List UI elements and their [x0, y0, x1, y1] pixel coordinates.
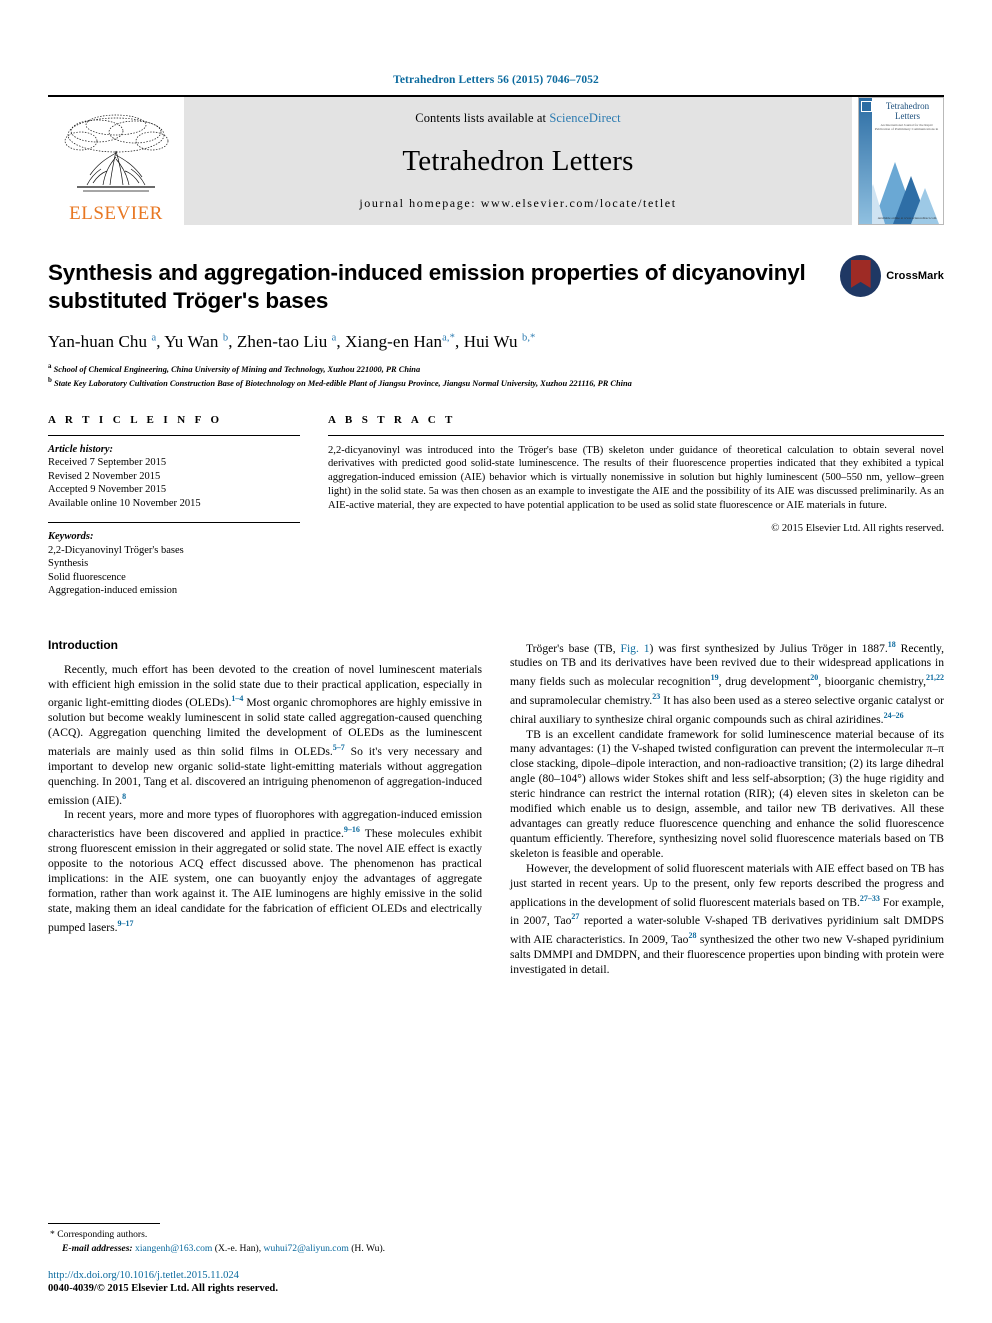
abstract-heading: A B S T R A C T: [328, 413, 456, 426]
email-owner-2: (H. Wu).: [351, 1243, 386, 1254]
paragraph: TB is an excellent candidate framework f…: [510, 727, 944, 860]
journal-masthead: ELSEVIER Contents lists available at Sci…: [48, 95, 944, 225]
keywords-rule: [48, 522, 300, 524]
contents-prefix: Contents lists available at: [415, 111, 547, 125]
email-link-1[interactable]: xiangenh@163.com: [135, 1243, 212, 1254]
crossmark-badge-group[interactable]: CrossMark: [840, 255, 944, 297]
info-abstract-region: A R T I C L E I N F O Article history: R…: [48, 414, 944, 598]
paragraph: Recently, much effort has been devoted t…: [48, 662, 482, 807]
article-history-label: Article history:: [48, 443, 114, 455]
keyword-item: Aggregation-induced emission: [48, 585, 178, 597]
paragraph: Tröger's base (TB, Fig. 1) was first syn…: [510, 639, 944, 726]
section-heading-introduction: Introduction: [48, 637, 118, 652]
history-item: Revised 2 November 2015: [48, 470, 161, 482]
email-link-2[interactable]: wuhui72@aliyun.com: [264, 1243, 349, 1254]
elsevier-wordmark: ELSEVIER: [69, 203, 163, 224]
journal-name: Tetrahedron Letters: [402, 144, 634, 177]
history-item: Available online 10 November 2015: [48, 497, 201, 509]
author-list: Yan-huan Chu a, Yu Wan b, Zhen-tao Liu a…: [48, 332, 536, 351]
cover-title: Tetrahedron Letters: [885, 101, 930, 121]
keyword-item: Solid fluorescence: [48, 571, 126, 583]
history-item: Received 7 September 2015: [48, 457, 167, 469]
cover-bottom-text: Available online at www.sciencedirect.co…: [877, 216, 937, 220]
cover-spine: [859, 98, 872, 224]
page-footer: * Corresponding authors. E-mail addresse…: [48, 1223, 492, 1295]
affiliation-a: a School of Chemical Engineering, China …: [48, 362, 421, 374]
body-columns: Introduction Recently, much effort has b…: [48, 638, 944, 1138]
abstract-text: 2,2-dicyanovinyl was introduced into the…: [328, 444, 944, 511]
email-label: E-mail addresses:: [62, 1243, 133, 1254]
sciencedirect-link[interactable]: ScienceDirect: [549, 111, 620, 125]
contents-available-line: Contents lists available at ScienceDirec…: [415, 111, 620, 126]
cover-logo-icon: [861, 101, 872, 112]
article-info-rule: [48, 434, 300, 436]
abstract-rule: [328, 434, 944, 436]
affiliations: a School of Chemical Engineering, China …: [48, 361, 944, 390]
body-column-right: Tröger's base (TB, Fig. 1) was first syn…: [510, 638, 944, 1138]
elsevier-tree-icon: [64, 114, 169, 192]
crossmark-flag-icon: [850, 260, 871, 288]
abstract-copyright: © 2015 Elsevier Ltd. All rights reserved…: [771, 522, 944, 534]
article-info-column: A R T I C L E I N F O Article history: R…: [48, 414, 300, 598]
affiliation-a-text: School of Chemical Engineering, China Un…: [53, 364, 421, 374]
email-owner-1: (X.-e. Han),: [214, 1243, 262, 1254]
journal-homepage[interactable]: journal homepage: www.elsevier.com/locat…: [359, 196, 676, 211]
history-item: Accepted 9 November 2015: [48, 484, 167, 496]
affiliation-b: b State Key Laboratory Cultivation Const…: [48, 376, 632, 389]
keyword-item: 2,2-Dicyanovinyl Tröger's bases: [48, 544, 184, 556]
email-addresses-note: E-mail addresses: xiangenh@163.com (X.-e…: [48, 1242, 492, 1255]
paragraph: However, the development of solid fluore…: [510, 861, 945, 976]
abstract-column: A B S T R A C T 2,2-dicyanovinyl was int…: [328, 414, 944, 598]
footnote-rule: [48, 1223, 160, 1224]
keywords-label: Keywords:: [48, 531, 94, 543]
journal-article-page: Tetrahedron Letters 56 (2015) 7046–7052: [0, 0, 992, 1323]
crossmark-icon: [840, 255, 882, 297]
corresponding-authors-note: * Corresponding authors.: [50, 1229, 148, 1240]
elsevier-logo: ELSEVIER: [48, 97, 184, 225]
keywords-block: Keywords: 2,2-Dicyanovinyl Tröger's base…: [48, 530, 300, 598]
keyword-item: Synthesis: [48, 558, 89, 570]
article-history-block: Article history: Received 7 September 20…: [48, 443, 300, 511]
body-column-left: Introduction Recently, much effort has b…: [48, 638, 482, 1138]
doi-link[interactable]: http://dx.doi.org/10.1016/j.tetlet.2015.…: [48, 1269, 492, 1282]
journal-cover-thumbnail: Tetrahedron Letters An International Jou…: [858, 97, 944, 225]
issn-copyright: 0040-4039/© 2015 Elsevier Ltd. All right…: [48, 1283, 278, 1294]
title-area: CrossMark Synthesis and aggregation-indu…: [48, 255, 944, 390]
page-title: Synthesis and aggregation-induced emissi…: [48, 260, 806, 313]
crossmark-label: CrossMark: [886, 270, 944, 282]
paragraph: In recent years, more and more types of …: [48, 808, 483, 934]
article-info-heading: A R T I C L E I N F O: [48, 413, 223, 426]
affiliation-b-text: State Key Laboratory Cultivation Constru…: [53, 379, 632, 389]
running-head: Tetrahedron Letters 56 (2015) 7046–7052: [393, 74, 599, 86]
masthead-center: Contents lists available at ScienceDirec…: [184, 97, 852, 225]
